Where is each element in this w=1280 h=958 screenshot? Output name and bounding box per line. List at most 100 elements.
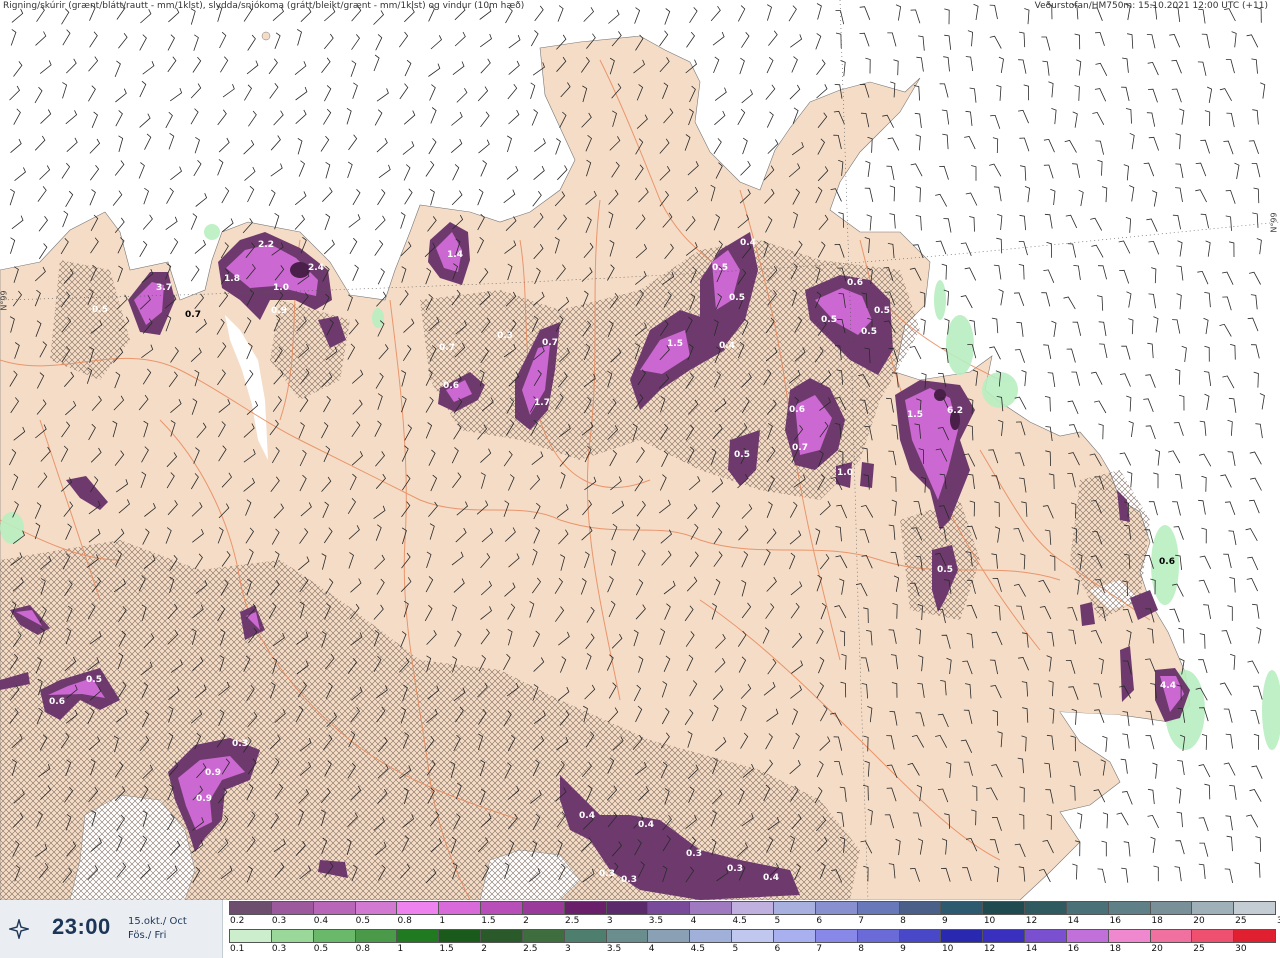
wind-barb (377, 189, 386, 206)
wind-barb (1148, 293, 1156, 309)
precip-value-label: 0.4 (740, 238, 756, 248)
wind-barb (1251, 58, 1258, 74)
scale-tick-label: 2 (481, 944, 487, 954)
wind-barb (1154, 449, 1161, 466)
wind-barb (346, 107, 352, 125)
wind-barb (1246, 34, 1259, 48)
wind-barb (835, 10, 845, 25)
wind-barb (1222, 375, 1235, 389)
wind-barb (1018, 264, 1025, 280)
forecast-weekday: Fös./ Fri (128, 930, 167, 941)
precip-value-label: 0.7 (542, 338, 558, 348)
wind-barb (1175, 368, 1181, 385)
scale-swatch (481, 902, 523, 914)
wind-barb (1126, 291, 1132, 308)
weather-map[interactable]: 1.4 0.4 0.5 0.5 0.6 0.5 0.5 0.5 1.5 0.7 0.3 0.7 0.6 1… (0, 0, 1280, 901)
wind-barb (374, 240, 384, 256)
wind-barb (815, 33, 822, 50)
wind-barb (324, 213, 331, 231)
wind-barb (943, 56, 950, 72)
compass-arrows-icon[interactable] (8, 918, 30, 940)
wind-barb (479, 33, 492, 48)
wind-barb (10, 237, 16, 254)
wind-barb (1147, 788, 1155, 805)
wind-barb (533, 165, 545, 181)
wind-barb (864, 187, 874, 202)
wind-barb (222, 84, 235, 98)
wind-barb (88, 56, 99, 72)
scale-tick-label: 6 (774, 944, 781, 954)
wind-barb (193, 160, 202, 177)
wind-barb (190, 8, 196, 25)
scale-swatch (857, 930, 900, 942)
wind-barb (1172, 501, 1181, 516)
wind-barb (61, 8, 70, 25)
wind-barb (1173, 422, 1184, 436)
scale-swatch (899, 902, 942, 914)
wind-barb (555, 138, 561, 155)
wind-barb (1249, 271, 1261, 285)
wind-barb (1225, 59, 1235, 74)
wind-barb (1256, 627, 1262, 644)
wind-barb (659, 30, 669, 47)
wind-barb (13, 61, 23, 77)
wind-barb (1050, 188, 1056, 206)
scale-swatch (313, 902, 356, 914)
wind-barb (192, 56, 202, 73)
wind-barb (1249, 789, 1262, 802)
wind-barb (88, 85, 96, 102)
wind-barb (1176, 811, 1183, 828)
wind-barb (941, 109, 950, 125)
scale-swatch (1150, 930, 1193, 942)
scale-swatch (522, 930, 565, 942)
wind-barb (1095, 62, 1108, 76)
wind-barb (739, 57, 745, 75)
scale-swatch (1025, 930, 1067, 942)
precip-value-label: 1.0 (837, 468, 853, 478)
wind-barb (9, 188, 15, 206)
wind-barb (1255, 836, 1261, 852)
wind-barb (1224, 868, 1233, 883)
wind-barb (274, 32, 281, 49)
scale-tick-label: 1.5 (481, 916, 496, 926)
forecast-time: 23:00 (52, 914, 111, 939)
wind-barb (993, 186, 1002, 202)
wind-barb (960, 295, 973, 309)
wind-barb (766, 4, 772, 21)
wind-barb (1252, 212, 1259, 228)
wind-barb (993, 264, 1002, 280)
wind-barb (1043, 344, 1052, 360)
scale-tick-label: 4.5 (690, 944, 705, 954)
wind-barb (1077, 812, 1083, 829)
precip-value-label: 0.5 (874, 306, 890, 316)
map-canvas[interactable]: 1.4 0.4 0.5 0.5 0.6 0.5 0.5 0.5 1.5 0.7 0.3 0.7 0.6 1… (0, 0, 1280, 900)
precip-value-label: 0.5 (861, 327, 877, 337)
precip-value-label: 1.4 (447, 250, 463, 260)
time-panel: 23:00 15.okt./ Oct Fös./ Fri (0, 900, 223, 958)
wind-barb (915, 215, 922, 231)
wind-barb (1152, 762, 1158, 779)
wind-barb (1259, 393, 1265, 410)
wind-barb (973, 3, 979, 21)
wind-barb (1200, 139, 1210, 154)
wind-barb (1097, 265, 1107, 280)
wind-barb (218, 137, 230, 153)
wind-barb (115, 110, 123, 127)
scale-swatch (648, 930, 691, 942)
wind-barb (714, 87, 727, 101)
wind-barb (989, 4, 998, 20)
wind-barb (1195, 162, 1207, 177)
precip-value-label: 1.8 (224, 274, 240, 284)
wind-barb (454, 31, 466, 47)
wind-barb (1252, 603, 1260, 619)
wind-barb (508, 34, 521, 49)
footer-bar: 23:00 15.okt./ Oct Fös./ Fri 0.2 0.3 0.4 0.… (0, 900, 1280, 958)
scale-tick-label: 30 (1235, 944, 1247, 954)
wind-barb (1125, 217, 1132, 233)
wind-barb (451, 190, 463, 206)
wind-barb (1229, 653, 1236, 670)
wind-barb (1145, 425, 1156, 440)
wind-barb (452, 164, 460, 181)
scale-swatch (1108, 930, 1151, 942)
wind-barb (1175, 163, 1184, 179)
